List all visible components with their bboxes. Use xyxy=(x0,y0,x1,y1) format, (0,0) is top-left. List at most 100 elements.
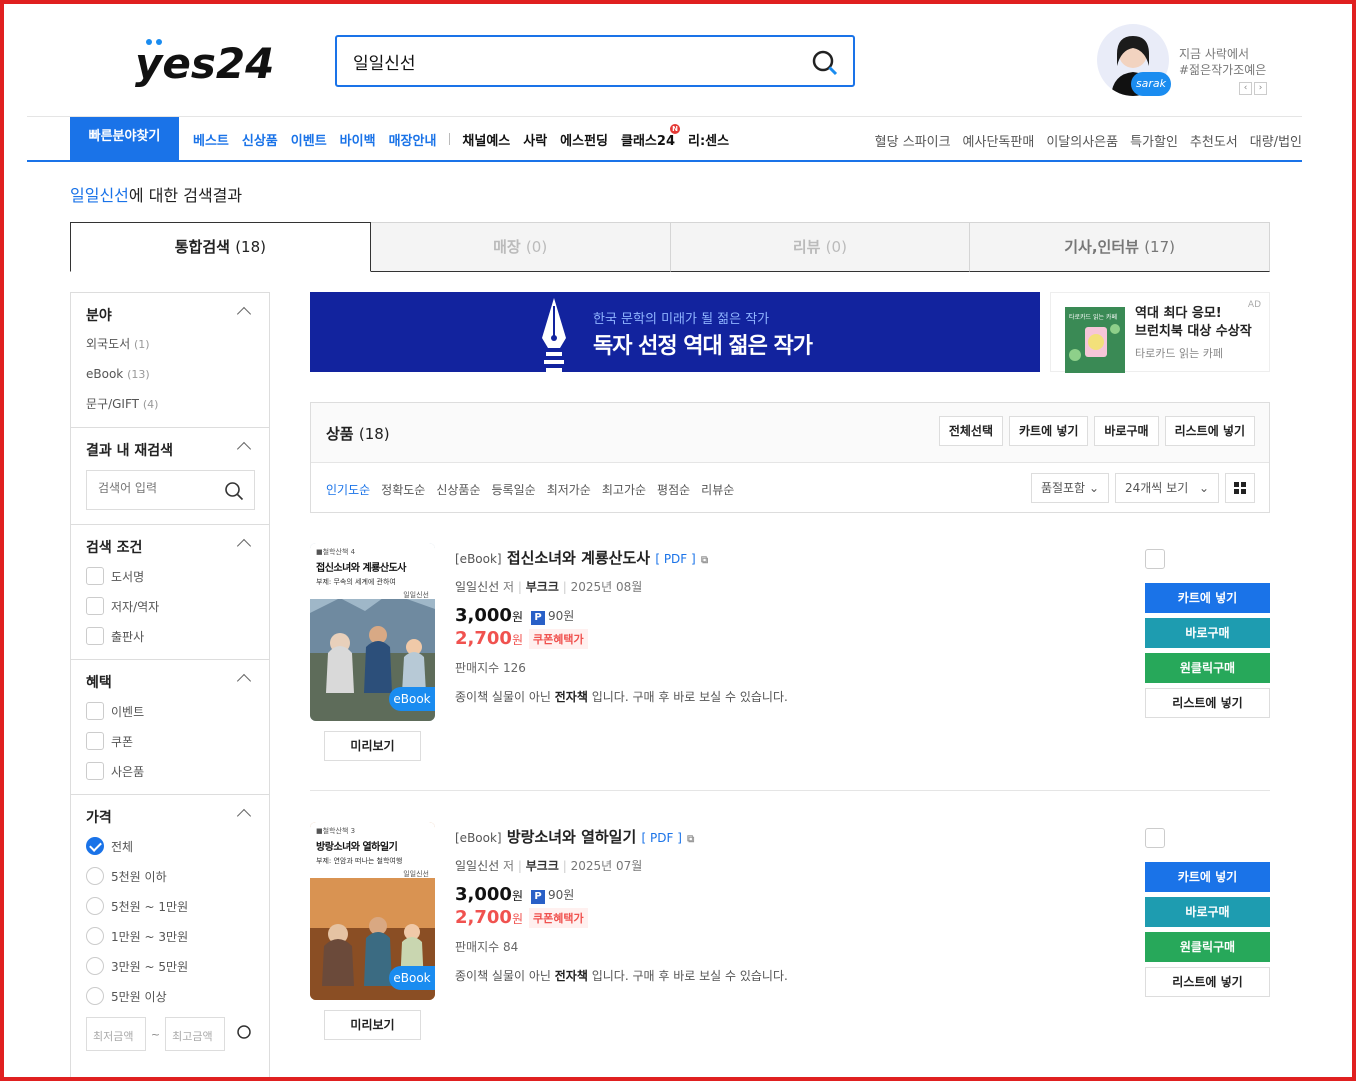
price-radio[interactable]: 전체 xyxy=(86,831,254,861)
preview-button[interactable]: 미리보기 xyxy=(324,1010,421,1040)
condition-checkbox[interactable]: 도서명 xyxy=(86,561,254,591)
tab-articles[interactable]: 기사,인터뷰 (17) xyxy=(970,222,1270,272)
gnb-sfunding[interactable]: 에스펀딩 xyxy=(560,130,608,149)
sort-accuracy[interactable]: 정확도순 xyxy=(381,481,425,498)
item-checkbox[interactable] xyxy=(1145,549,1165,569)
tab-store[interactable]: 매장 (0) xyxy=(370,222,671,272)
new-window-icon[interactable]: ⧉ xyxy=(687,834,694,845)
one-click-buy-button[interactable]: 원클릭구매 xyxy=(1145,653,1270,683)
price-radio[interactable]: 1만원 ~ 3만원 xyxy=(86,921,254,951)
search-box[interactable] xyxy=(335,35,855,87)
tab-review[interactable]: 리뷰 (0) xyxy=(670,222,971,272)
add-list-all-button[interactable]: 리스트에 넣기 xyxy=(1164,416,1255,446)
checkbox[interactable] xyxy=(86,627,104,645)
research-box[interactable] xyxy=(86,470,255,510)
publisher-link[interactable]: 부크크 xyxy=(526,580,559,594)
book-cover[interactable]: ■철학산책 4 접신소녀와 계룡산도사 부제: 무속의 세계에 관하여 일일신선… xyxy=(310,543,435,721)
sort-popular[interactable]: 인기도순 xyxy=(326,481,370,498)
next-arrow-icon[interactable]: › xyxy=(1254,82,1267,95)
soldout-filter-select[interactable]: 품절포함 ⌄ xyxy=(1030,473,1109,503)
gnb-best[interactable]: 베스트 xyxy=(193,130,229,149)
radio[interactable] xyxy=(86,957,104,975)
sort-high-price[interactable]: 최고가순 xyxy=(602,481,646,498)
research-input[interactable] xyxy=(98,481,218,495)
yes24-logo[interactable]: yes24 xyxy=(135,36,275,88)
author-link[interactable]: 일일신선 xyxy=(455,580,499,594)
gnb-sarak[interactable]: 사락 xyxy=(523,130,547,149)
gnb-right-item[interactable]: 추천도서 xyxy=(1190,131,1238,150)
gnb-right-item[interactable]: 혈당 스파이크 xyxy=(875,131,951,150)
sort-review[interactable]: 리뷰순 xyxy=(701,481,734,498)
add-list-button[interactable]: 리스트에 넣기 xyxy=(1145,688,1270,718)
search-icon[interactable] xyxy=(236,1024,254,1045)
radio[interactable] xyxy=(86,987,104,1005)
item-checkbox[interactable] xyxy=(1145,828,1165,848)
publisher-link[interactable]: 부크크 xyxy=(526,859,559,873)
checkbox[interactable] xyxy=(86,597,104,615)
sort-new[interactable]: 신상품순 xyxy=(436,481,480,498)
item-title-link[interactable]: 접신소녀와 계룡산도사 xyxy=(507,549,650,567)
prev-arrow-icon[interactable]: ‹ xyxy=(1239,82,1252,95)
category-item[interactable]: eBook (13) xyxy=(86,359,254,389)
tab-integrated[interactable]: 통합검색 (18) xyxy=(70,222,371,272)
gnb-channel-yes[interactable]: 채널예스 xyxy=(462,130,510,149)
category-item[interactable]: 문구/GIFT (4) xyxy=(86,389,254,419)
grid-view-icon[interactable] xyxy=(1225,473,1255,503)
gnb-right-item[interactable]: 이달의사은품 xyxy=(1046,131,1118,150)
sort-low-price[interactable]: 최저가순 xyxy=(547,481,591,498)
add-cart-button[interactable]: 카트에 넣기 xyxy=(1145,862,1270,892)
gnb-right-item[interactable]: 예사단독판매 xyxy=(963,131,1035,150)
gnb-event[interactable]: 이벤트 xyxy=(291,130,327,149)
gnb-license[interactable]: 리:센스 xyxy=(688,130,729,149)
gnb-right-item[interactable]: 대량/법인 xyxy=(1250,131,1302,150)
sort-rating[interactable]: 평점순 xyxy=(657,481,690,498)
promo-banner[interactable]: 한국 문학의 미래가 될 젊은 작가 독자 선정 역대 젊은 작가 xyxy=(310,292,1040,372)
gnb-right-item[interactable]: 특가할인 xyxy=(1130,131,1178,150)
gnb-buyback[interactable]: 바이백 xyxy=(340,130,376,149)
add-list-button[interactable]: 리스트에 넣기 xyxy=(1145,967,1270,997)
side-ad[interactable]: 타로카드 읽는 카페 역대 최다 응모! 브런치북 대상 수상작 타로카드 읽는… xyxy=(1050,292,1270,373)
item-title-link[interactable]: 방랑소녀와 열하일기 xyxy=(507,828,636,846)
radio[interactable] xyxy=(86,897,104,915)
max-price-input[interactable]: 최고금액 xyxy=(165,1017,225,1051)
buy-now-button[interactable]: 바로구매 xyxy=(1145,618,1270,648)
gnb-new[interactable]: 신상품 xyxy=(242,130,278,149)
category-item[interactable]: 외국도서 (1) xyxy=(86,329,254,359)
price-radio[interactable]: 5천원 이하 xyxy=(86,861,254,891)
checkbox[interactable] xyxy=(86,732,104,750)
search-icon[interactable] xyxy=(811,49,839,77)
preview-button[interactable]: 미리보기 xyxy=(324,731,421,761)
condition-checkbox[interactable]: 출판사 xyxy=(86,621,254,651)
add-cart-button[interactable]: 카트에 넣기 xyxy=(1145,583,1270,613)
book-cover[interactable]: ■철학산책 3 방랑소녀와 열하일기 부제: 연암과 떠나는 철학여행 일일신선… xyxy=(310,822,435,1000)
radio[interactable] xyxy=(86,867,104,885)
search-input[interactable] xyxy=(353,49,793,73)
radio[interactable] xyxy=(86,927,104,945)
benefit-checkbox[interactable]: 쿠폰 xyxy=(86,726,254,756)
min-price-input[interactable]: 최저금액 xyxy=(86,1017,146,1051)
price-radio[interactable]: 5만원 이상 xyxy=(86,981,254,1011)
buy-now-button[interactable]: 바로구매 xyxy=(1145,897,1270,927)
author-banner[interactable]: sarak 지금 사락에서 #젊은작가조예은 ‹ › xyxy=(1097,24,1302,100)
new-window-icon[interactable]: ⧉ xyxy=(701,555,708,566)
price-radio[interactable]: 5천원 ~ 1만원 xyxy=(86,891,254,921)
gnb-class24[interactable]: 클래스24 N xyxy=(621,124,680,149)
sort-date[interactable]: 등록일순 xyxy=(492,481,536,498)
condition-checkbox[interactable]: 저자/역자 xyxy=(86,591,254,621)
radio-checked[interactable] xyxy=(86,837,104,855)
add-cart-all-button[interactable]: 카트에 넣기 xyxy=(1009,416,1089,446)
checkbox[interactable] xyxy=(86,762,104,780)
buy-now-all-button[interactable]: 바로구매 xyxy=(1094,416,1159,446)
search-icon[interactable] xyxy=(224,481,244,504)
benefit-checkbox[interactable]: 사은품 xyxy=(86,756,254,786)
select-all-button[interactable]: 전체선택 xyxy=(938,416,1004,446)
checkbox[interactable] xyxy=(86,702,104,720)
price-radio[interactable]: 3만원 ~ 5만원 xyxy=(86,951,254,981)
gnb-store[interactable]: 매장안내 xyxy=(389,130,437,149)
author-link[interactable]: 일일신선 xyxy=(455,859,499,873)
checkbox[interactable] xyxy=(86,567,104,585)
quick-category-button[interactable]: 빠른분야찾기 xyxy=(70,117,179,161)
one-click-buy-button[interactable]: 원클릭구매 xyxy=(1145,932,1270,962)
per-page-select[interactable]: 24개씩 보기 ⌄ xyxy=(1115,473,1219,503)
benefit-checkbox[interactable]: 이벤트 xyxy=(86,696,254,726)
